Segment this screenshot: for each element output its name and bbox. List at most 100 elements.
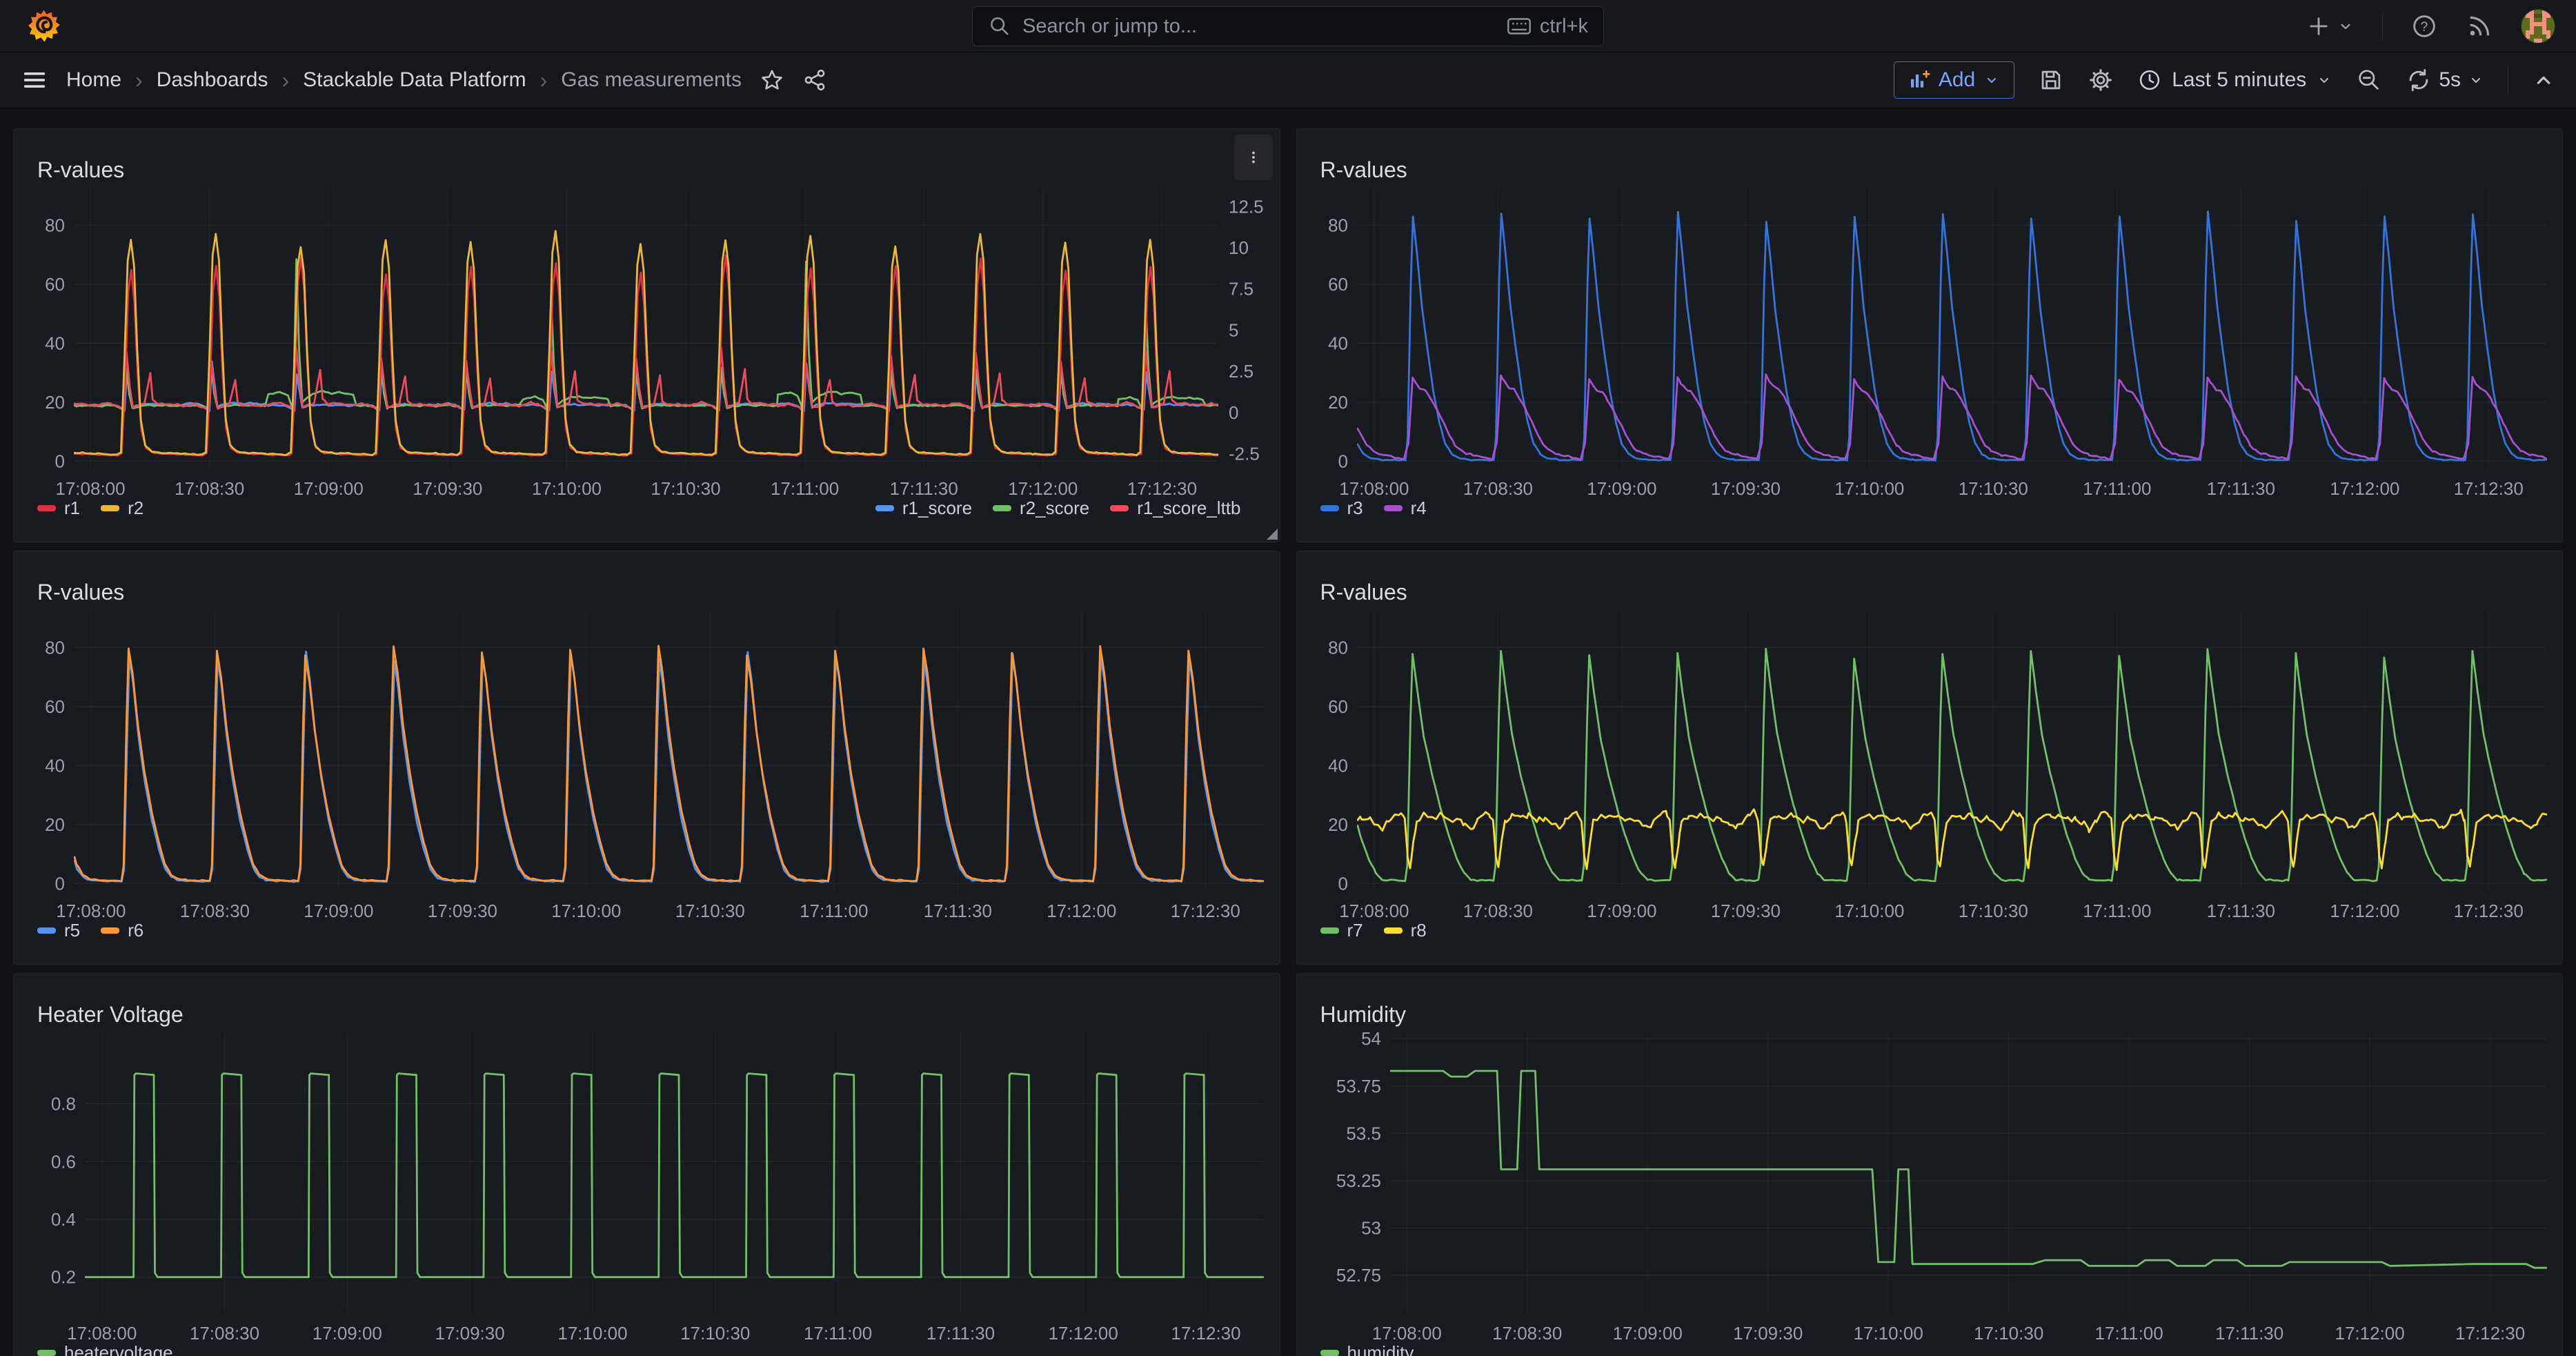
panel-r-values-1: R-values r1 r2 r1_score r2_score r1_score_lt… — [13, 128, 1280, 542]
time-range-picker[interactable]: Last 5 minutes — [2137, 68, 2332, 92]
x-axis-label: 17:10:30 — [1958, 901, 2028, 921]
series-line-r7 — [1358, 649, 2546, 881]
series-line-humidity — [1391, 1071, 2546, 1268]
breadcrumb-home[interactable]: Home — [66, 68, 121, 92]
search-icon — [988, 14, 1011, 38]
x-axis-label: 17:10:30 — [1958, 478, 2028, 499]
breadcrumb-dashboards[interactable]: Dashboards — [157, 68, 268, 92]
legend-item-heatervoltage[interactable]: heatervoltage — [37, 1342, 173, 1356]
legend-series-color-chip — [37, 927, 56, 934]
y-axis-label: 80 — [45, 637, 65, 658]
panel-title[interactable]: R-values — [1320, 580, 1407, 605]
legend-item-r2[interactable]: r2 — [101, 498, 143, 519]
legend-series-color-chip — [1384, 927, 1403, 934]
series-line-r8 — [1358, 809, 2546, 870]
help-button[interactable]: ? — [2410, 12, 2438, 40]
zoom-out-button[interactable] — [2356, 67, 2382, 93]
legend-series-label: heatervoltage — [64, 1342, 173, 1356]
legend-series-color-chip — [101, 927, 119, 934]
panel-menu-button[interactable] — [1234, 135, 1273, 180]
chart-canvas[interactable]: 02040608017:08:0017:08:3017:09:0017:09:3… — [1297, 551, 2563, 964]
refresh-picker[interactable]: 5s — [2406, 67, 2484, 93]
x-axis-label: 17:12:30 — [1127, 478, 1197, 499]
share-button[interactable] — [802, 68, 827, 92]
x-axis-label: 17:09:00 — [1587, 478, 1656, 499]
legend-item-r1_score_lttb[interactable]: r1_score_lttb — [1110, 498, 1240, 519]
panel-resize-handle[interactable] — [1267, 529, 1278, 540]
x-axis-label: 17:12:00 — [2330, 478, 2399, 499]
legend-series-label: r6 — [128, 920, 143, 941]
panel-title[interactable]: R-values — [1320, 157, 1407, 183]
user-avatar[interactable] — [2521, 9, 2555, 43]
chart-canvas[interactable]: 020406080-2.502.557.51012.517:08:0017:08… — [14, 129, 1280, 542]
gear-icon — [2088, 67, 2114, 93]
legend-series-label: r4 — [1411, 498, 1427, 519]
panel-r-values-3: R-values r5r6 02040608017:08:0017:08:301… — [13, 551, 1280, 965]
legend-series-label: r3 — [1347, 498, 1363, 519]
legend-item-r1[interactable]: r1 — [37, 498, 80, 519]
new-menu-button[interactable] — [2306, 14, 2355, 39]
y-axis-right-label: 7.5 — [1229, 279, 1254, 299]
x-axis-label: 17:08:30 — [1463, 478, 1532, 499]
x-axis-label: 17:10:30 — [1974, 1323, 2043, 1344]
grafana-logo[interactable] — [28, 9, 61, 43]
add-panel-button[interactable]: Add — [1894, 61, 2014, 99]
x-axis-label: 17:08:00 — [55, 478, 125, 499]
legend-series-color-chip — [101, 505, 119, 511]
chart-canvas[interactable]: 02040608017:08:0017:08:3017:09:0017:09:3… — [14, 551, 1280, 964]
chart-canvas[interactable]: 02040608017:08:0017:08:3017:09:0017:09:3… — [1297, 129, 2563, 542]
panel-title[interactable]: Heater Voltage — [37, 1002, 184, 1028]
series-line-r6 — [75, 646, 1263, 882]
chart-canvas[interactable]: 52.755353.2553.553.755417:08:0017:08:301… — [1297, 974, 2563, 1356]
save-dashboard-button[interactable] — [2038, 67, 2064, 93]
panel-title[interactable]: R-values — [37, 157, 124, 183]
y-axis-label: 80 — [1328, 215, 1348, 235]
series-line-r5 — [75, 651, 1263, 882]
collapse-toolbar-button[interactable] — [2532, 68, 2555, 92]
legend-item-r3[interactable]: r3 — [1320, 498, 1363, 519]
save-icon — [2038, 67, 2064, 93]
x-axis-label: 17:10:00 — [551, 901, 621, 921]
breadcrumb-folder[interactable]: Stackable Data Platform — [303, 68, 526, 92]
y-axis-label: 54 — [1361, 1028, 1381, 1049]
x-axis-label: 17:12:00 — [1008, 478, 1078, 499]
legend-item-humidity[interactable]: humidity — [1320, 1342, 1414, 1356]
x-axis-label: 17:09:30 — [428, 901, 497, 921]
hamburger-icon — [21, 66, 48, 94]
y-axis-label: 0.8 — [51, 1094, 76, 1114]
y-axis-label: 40 — [1328, 755, 1348, 776]
legend-item-r2_score[interactable]: r2_score — [993, 498, 1089, 519]
y-axis-label: 60 — [45, 696, 65, 717]
add-button-label: Add — [1939, 68, 1975, 92]
x-axis-label: 17:08:00 — [1339, 901, 1409, 921]
share-icon — [802, 68, 827, 92]
chart-canvas[interactable]: 0.20.40.60.817:08:0017:08:3017:09:0017:0… — [14, 974, 1280, 1356]
legend-item-r8[interactable]: r8 — [1384, 920, 1427, 941]
news-button[interactable] — [2466, 12, 2493, 40]
x-axis-label: 17:12:30 — [2453, 901, 2523, 921]
legend-series-label: r1_score_lttb — [1137, 498, 1240, 519]
x-axis-label: 17:11:30 — [2215, 1323, 2283, 1344]
favorite-button[interactable] — [760, 68, 784, 92]
x-axis-label: 17:11:30 — [927, 1323, 995, 1344]
legend-series-color-chip — [1320, 505, 1339, 511]
plus-icon — [2306, 14, 2331, 39]
y-axis-label: 60 — [1328, 274, 1348, 295]
dashboard-settings-button[interactable] — [2088, 67, 2114, 93]
panel-title[interactable]: R-values — [37, 580, 124, 605]
legend-series-label: r2_score — [1020, 498, 1089, 519]
legend-item-r1_score[interactable]: r1_score — [875, 498, 972, 519]
panel-title[interactable]: Humidity — [1320, 1002, 1406, 1028]
search-placeholder: Search or jump to... — [1022, 15, 1197, 38]
legend-item-r6[interactable]: r6 — [101, 920, 143, 941]
legend-item-r4[interactable]: r4 — [1384, 498, 1427, 519]
y-axis-label: 0 — [55, 873, 65, 894]
x-axis-label: 17:08:30 — [175, 478, 244, 499]
legend-item-r5[interactable]: r5 — [37, 920, 80, 941]
search-input[interactable]: Search or jump to... ctrl+k — [972, 6, 1604, 46]
topbar-divider — [2382, 12, 2383, 40]
legend-series-label: r8 — [1411, 920, 1427, 941]
legend-item-r7[interactable]: r7 — [1320, 920, 1363, 941]
panel-legend: r3 r4 — [1320, 498, 2524, 519]
mega-menu-button[interactable] — [21, 66, 48, 94]
